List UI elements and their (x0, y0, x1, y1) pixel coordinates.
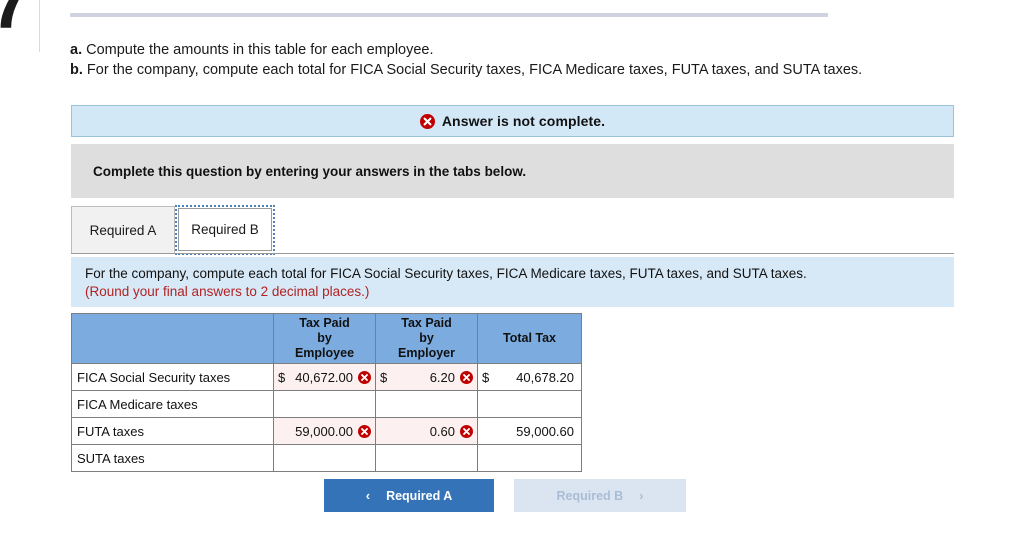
error-x-icon (419, 113, 435, 129)
prev-button-label: Required A (386, 488, 453, 503)
table-row: SUTA taxes (71, 444, 582, 472)
prev-required-a-button[interactable]: ‹ Required A (324, 479, 494, 512)
header-empr-l2: by (419, 331, 434, 345)
cell-content-employee (274, 445, 375, 471)
tab-required-a[interactable]: Required A (71, 206, 175, 253)
table-header: Tax Paid by Employee Tax Paid by Employe… (71, 313, 582, 364)
cell-employer[interactable]: $6.20 (375, 363, 478, 391)
header-empr-l3: Employer (398, 346, 455, 360)
cell-content-employee: $40,672.00 (274, 364, 375, 390)
incorrect-x-icon (460, 370, 473, 384)
cell-value: 0.60 (429, 423, 455, 439)
cell-employee[interactable]: $40,672.00 (273, 363, 376, 391)
row-label: FICA Medicare taxes (71, 390, 274, 418)
cell-value: 6.20 (429, 369, 455, 385)
incorrect-x-icon (460, 424, 473, 438)
question-prompt: a. Compute the amounts in this table for… (70, 40, 970, 80)
requirement-instruction-text: For the company, compute each total for … (85, 266, 807, 281)
tab-strip-underline (71, 253, 954, 254)
tab-strip: Required A Required B (71, 205, 954, 255)
header-blank (71, 313, 274, 364)
question-page: 7 a. Compute the amounts in this table f… (0, 0, 1024, 560)
header-total-tax: Total Tax (477, 313, 582, 364)
cell-value: 59,000.00 (295, 423, 353, 439)
cell-content-total: $40,678.20 (478, 364, 581, 390)
prompt-line-b: b. For the company, compute each total f… (70, 60, 970, 80)
top-divider (70, 13, 828, 17)
prompt-a-marker: a. (70, 42, 83, 58)
requirement-instructions-panel: For the company, compute each total for … (71, 257, 954, 307)
cell-total[interactable] (477, 390, 582, 418)
cell-content-employee: 59,000.00 (274, 418, 375, 444)
cell-content-total: 59,000.60 (478, 418, 581, 444)
row-label: SUTA taxes (71, 444, 274, 472)
tab-required-b[interactable]: Required B (175, 205, 275, 255)
cell-content-employee (274, 391, 375, 417)
cell-employer[interactable] (375, 444, 478, 472)
incorrect-x-icon (358, 370, 371, 384)
navigation-buttons: ‹ Required A Required B › (324, 479, 686, 512)
header-emp-l2: by (317, 331, 332, 345)
question-number: 7 (0, 0, 31, 40)
header-emp-l3: Employee (294, 346, 355, 360)
table-header-row: Tax Paid by Employee Tax Paid by Employe… (71, 313, 582, 364)
cell-content-employer (376, 391, 477, 417)
complete-question-bar: Complete this question by entering your … (71, 144, 954, 198)
company-tax-totals-table: Tax Paid by Employee Tax Paid by Employe… (71, 313, 582, 472)
header-empr-l1: Tax Paid (401, 316, 452, 330)
cell-total[interactable]: 59,000.60 (477, 417, 582, 445)
question-number-gutter: 7 (0, 0, 40, 52)
complete-question-text: Complete this question by entering your … (93, 163, 527, 179)
table-body: FICA Social Security taxes $40,672.00 $6.2… (71, 363, 582, 472)
incorrect-x-icon (358, 424, 371, 438)
cell-total[interactable] (477, 444, 582, 472)
answer-status-text: Answer is not complete. (441, 113, 606, 129)
chevron-left-icon: ‹ (365, 488, 371, 503)
prompt-b-marker: b. (70, 62, 83, 78)
next-required-b-button[interactable]: Required B › (514, 479, 686, 512)
cell-value: 40,672.00 (295, 369, 353, 385)
header-tax-paid-by-employer: Tax Paid by Employer (375, 313, 478, 364)
tab-required-b-inner: Required B (178, 208, 272, 251)
row-label: FUTA taxes (71, 417, 274, 445)
table-row: FICA Social Security taxes $40,672.00 $6.2… (71, 363, 582, 391)
header-tax-paid-by-employee: Tax Paid by Employee (273, 313, 376, 364)
answer-status-banner: Answer is not complete. (71, 105, 954, 137)
currency-symbol: $ (482, 369, 490, 385)
prompt-line-a: a. Compute the amounts in this table for… (70, 40, 970, 60)
cell-value: 40,678.20 (516, 369, 574, 385)
currency-symbol: $ (380, 369, 388, 385)
prompt-a-text: Compute the amounts in this table for ea… (82, 42, 434, 58)
rounding-note: (Round your final answers to 2 decimal p… (85, 284, 370, 299)
cell-content-total (478, 445, 581, 471)
cell-content-employer: $6.20 (376, 364, 477, 390)
answer-status-inner: Answer is not complete. (419, 113, 606, 129)
cell-total[interactable]: $40,678.20 (477, 363, 582, 391)
chevron-right-icon: › (639, 488, 644, 503)
next-button-label: Required B (556, 488, 624, 503)
cell-employee[interactable] (273, 444, 376, 472)
cell-content-employer: 0.60 (376, 418, 477, 444)
tab-required-b-label: Required B (191, 222, 259, 237)
table-row: FUTA taxes 59,000.00 0.60 59,000.60 (71, 417, 582, 445)
cell-employee[interactable] (273, 390, 376, 418)
cell-value: 59,000.60 (516, 423, 574, 439)
cell-employee[interactable]: 59,000.00 (273, 417, 376, 445)
header-emp-l1: Tax Paid (299, 316, 350, 330)
prompt-b-text: For the company, compute each total for … (82, 62, 863, 78)
currency-symbol: $ (278, 369, 286, 385)
table-row: FICA Medicare taxes (71, 390, 582, 418)
row-label: FICA Social Security taxes (71, 363, 274, 391)
cell-employer[interactable]: 0.60 (375, 417, 478, 445)
cell-content-employer (376, 445, 477, 471)
tab-required-a-label: Required A (89, 222, 157, 238)
cell-content-total (478, 391, 581, 417)
cell-employer[interactable] (375, 390, 478, 418)
